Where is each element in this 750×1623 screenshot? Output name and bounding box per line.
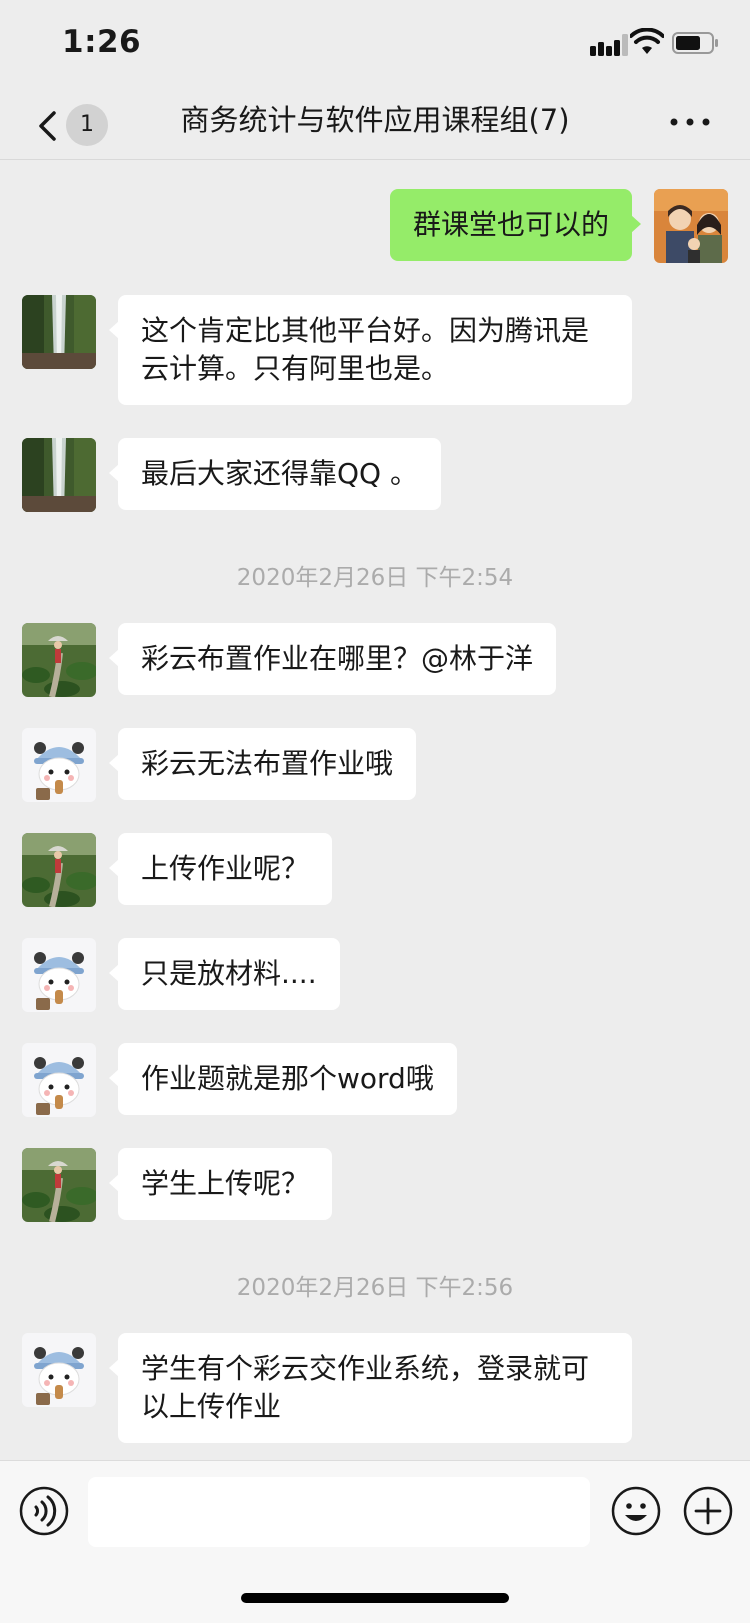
- status-time: 1:26: [62, 24, 142, 60]
- back-chevron-icon: [39, 111, 56, 141]
- voice-icon[interactable]: [18, 1485, 70, 1537]
- message-bubble-received[interactable]: 只是放材料....: [109, 938, 340, 1010]
- panda-cartoon-avatar[interactable]: [22, 938, 96, 1012]
- message-bubble-received[interactable]: 学生上传呢？: [108, 1148, 333, 1220]
- wifi-icon: [630, 28, 664, 54]
- message-bubble-received[interactable]: 彩云布置作业在哪里？@林于洋: [108, 623, 557, 695]
- more-icon[interactable]: [668, 110, 712, 134]
- message-text: 作业题就是那个word哦: [141, 1062, 434, 1095]
- panda-cartoon-avatar[interactable]: [22, 1043, 96, 1117]
- message-bubble-received[interactable]: 这个肯定比其他平台好。因为腾讯是云计算。只有阿里也是。: [109, 295, 632, 405]
- lotus-girl-avatar[interactable]: [22, 623, 96, 697]
- message-input[interactable]: [88, 1477, 590, 1547]
- message-text: 只是放材料....: [141, 957, 317, 990]
- panda-cartoon-avatar[interactable]: [22, 1333, 96, 1407]
- message-text: 学生上传呢？: [141, 1167, 310, 1200]
- cellular-signal-icon: [590, 34, 628, 56]
- message-bubble-sent[interactable]: 群课堂也可以的: [389, 189, 642, 261]
- back-button[interactable]: 1: [30, 98, 110, 152]
- plus-icon[interactable]: [682, 1485, 734, 1537]
- message-bubble-received[interactable]: 学生有个彩云交作业系统，登录就可以上传作业: [109, 1333, 632, 1443]
- waterfall-avatar[interactable]: [22, 438, 96, 512]
- timestamp: 2020年2月26日 下午2:56: [236, 1275, 514, 1301]
- emoji-icon[interactable]: [610, 1485, 662, 1537]
- panda-cartoon-avatar[interactable]: [22, 728, 96, 802]
- message-bubble-received[interactable]: 彩云无法布置作业哦: [108, 728, 417, 800]
- battery-icon: [672, 32, 718, 54]
- chat-title: 商务统计与软件应用课程组(7): [180, 103, 570, 137]
- status-bar: 1:26: [0, 0, 750, 90]
- message-text: 上传作业呢？: [141, 852, 310, 885]
- cartoon-family-avatar[interactable]: [654, 189, 728, 263]
- chat-header: 1 商务统计与软件应用课程组(7): [0, 90, 750, 160]
- home-indicator: [241, 1593, 509, 1603]
- waterfall-avatar[interactable]: [22, 295, 96, 369]
- lotus-girl-avatar[interactable]: [22, 833, 96, 907]
- lotus-girl-avatar[interactable]: [22, 1148, 96, 1222]
- message-text: 彩云无法布置作业哦: [141, 747, 394, 780]
- message-bubble-received[interactable]: 作业题就是那个word哦: [109, 1043, 457, 1115]
- timestamp: 2020年2月26日 下午2:54: [236, 565, 514, 591]
- unread-count-badge: 1: [66, 104, 108, 146]
- message-text: 彩云布置作业在哪里？@林于洋: [141, 642, 534, 675]
- message-bubble-received[interactable]: 上传作业呢？: [108, 833, 333, 905]
- message-bubble-received[interactable]: 最后大家还得靠QQ 。: [109, 438, 441, 510]
